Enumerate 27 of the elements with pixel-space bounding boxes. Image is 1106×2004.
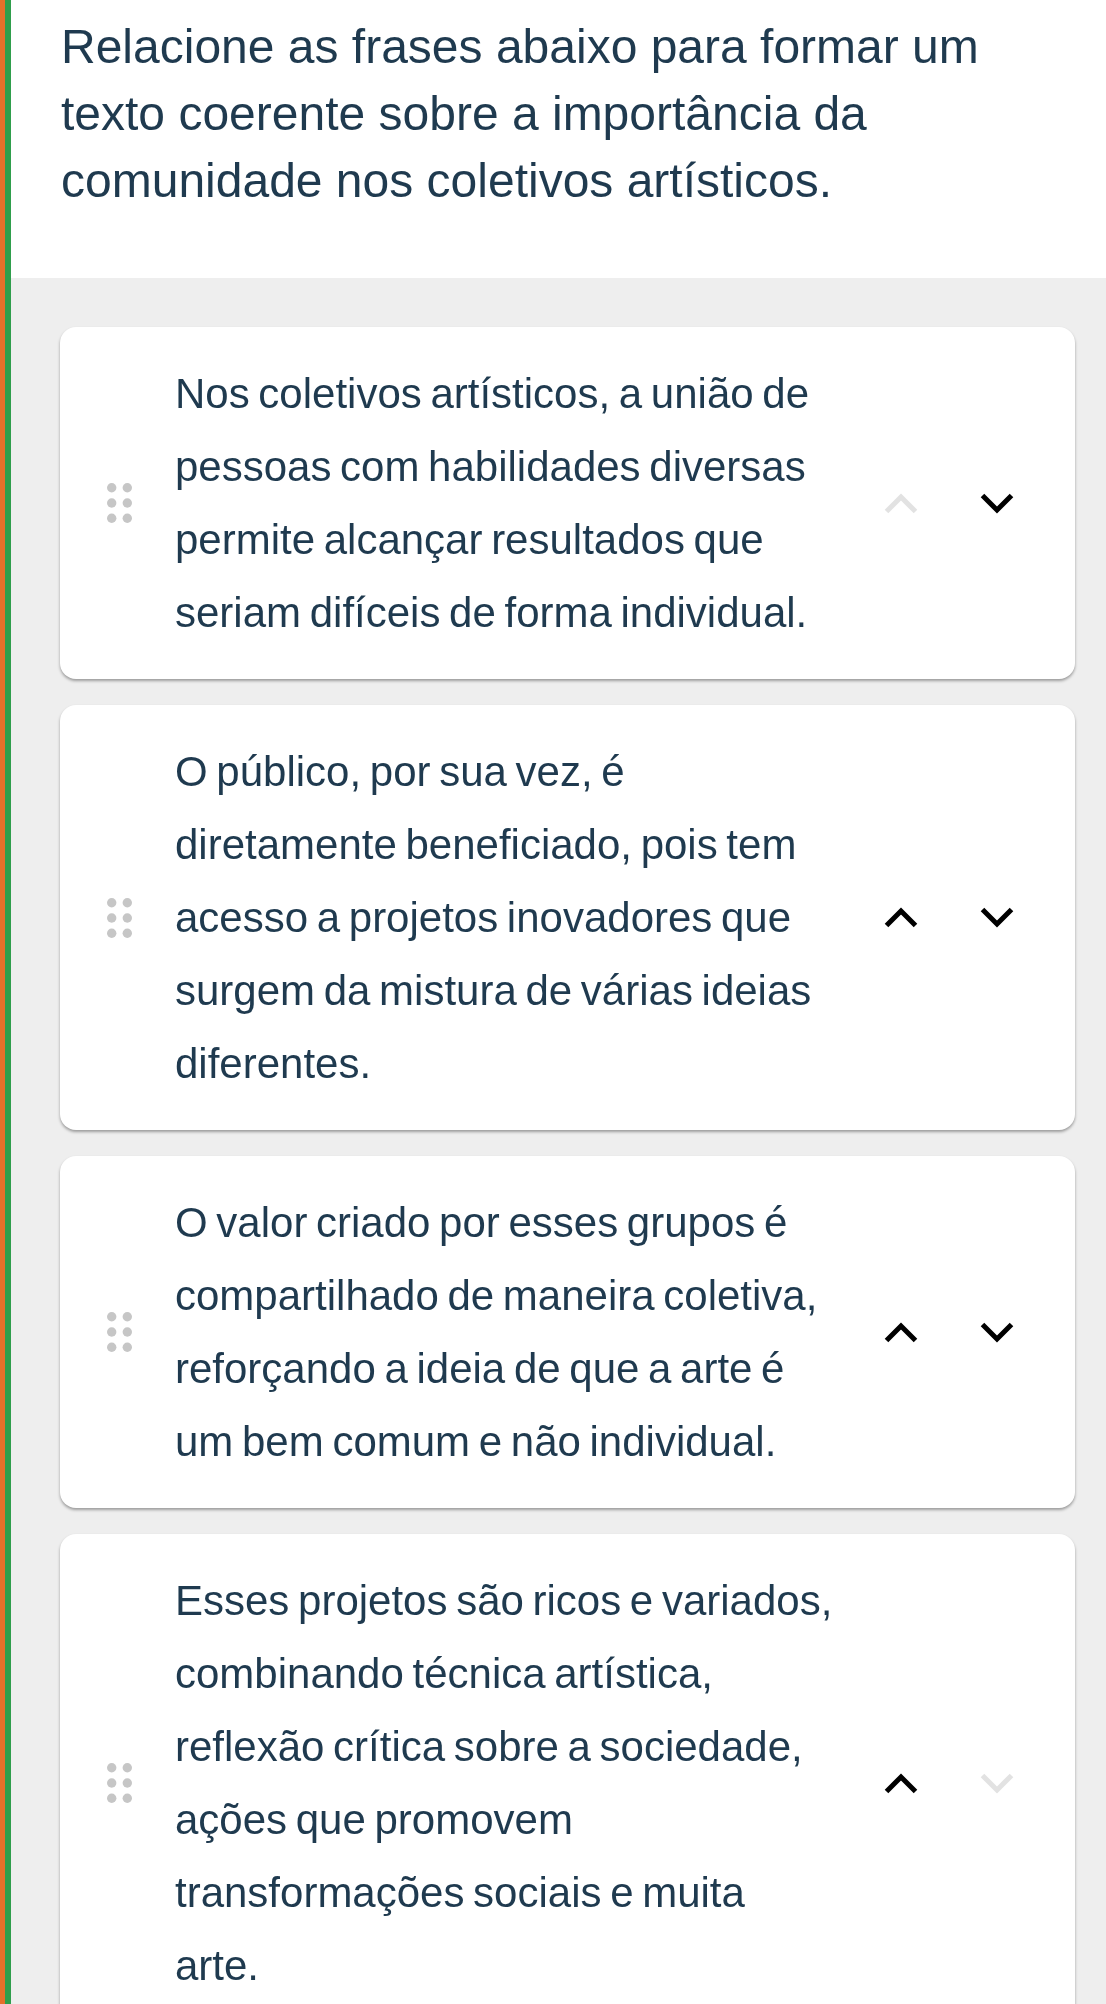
sentence-text: Nos coletivos artísticos, a união de pessoas com habilidades diversas permite alcançar resultados que seriam difíceis de forma individual. — [175, 369, 810, 638]
chevron-up-icon — [883, 1772, 919, 1794]
move-up-button[interactable] — [883, 907, 919, 928]
sentence-card[interactable]: O público, por sua vez, é diretamente beneficiado, pois tem acesso a projetos inovadores que surgem da mistura de várias ideias diferentes. — [60, 705, 1075, 1130]
sentence-text: Esses projetos são ricos e variados, combinando técnica artística, reflexão crítica sobre a sociedade, ações que promovem transformações sociais e muita arte. — [175, 1576, 834, 1991]
drag-handle-icon[interactable] — [107, 483, 132, 523]
chevron-up-icon — [883, 907, 919, 928]
sentence-text: O valor criado por esses grupos é compartilhado de maneira coletiva, reforçando a ideia de que a arte é um bem comum e não individual. — [175, 1198, 819, 1467]
move-up-button[interactable] — [883, 1321, 919, 1343]
move-up-button[interactable] — [883, 1772, 919, 1794]
chevron-down-icon — [979, 1321, 1015, 1343]
sentence-text: O público, por sua vez, é diretamente beneficiado, pois tem acesso a projetos inovadores que surgem da mistura de várias ideias diferentes. — [175, 747, 813, 1089]
drag-handle-icon[interactable] — [107, 897, 132, 938]
drag-handle-icon[interactable] — [107, 1312, 132, 1352]
question-text: Relacione as frases abaixo para formar um texto coerente sobre a importância da comunidade nos coletivos artísticos. — [61, 19, 980, 209]
move-down-button[interactable] — [979, 907, 1015, 928]
chevron-down-icon — [979, 492, 1015, 514]
sentence-card[interactable]: Esses projetos são ricos e variados, combinando técnica artística, reflexão crítica sobre a sociedade, ações que promovem transformações sociais e muita arte. — [60, 1534, 1075, 2004]
move-down-button[interactable] — [979, 1321, 1015, 1343]
chevron-up-icon — [883, 1321, 919, 1343]
chevron-down-icon — [979, 1772, 1015, 1794]
sentence-card[interactable]: Nos coletivos artísticos, a união de pessoas com habilidades diversas permite alcançar resultados que seriam difíceis de forma individual. — [60, 327, 1075, 679]
drag-handle-icon[interactable] — [107, 1763, 132, 1803]
chevron-down-icon — [979, 907, 1015, 928]
sentence-card[interactable]: O valor criado por esses grupos é compartilhado de maneira coletiva, reforçando a ideia de que a arte é um bem comum e não individual. — [60, 1156, 1075, 1508]
move-down-button[interactable] — [979, 492, 1015, 514]
chevron-up-icon — [883, 492, 919, 514]
